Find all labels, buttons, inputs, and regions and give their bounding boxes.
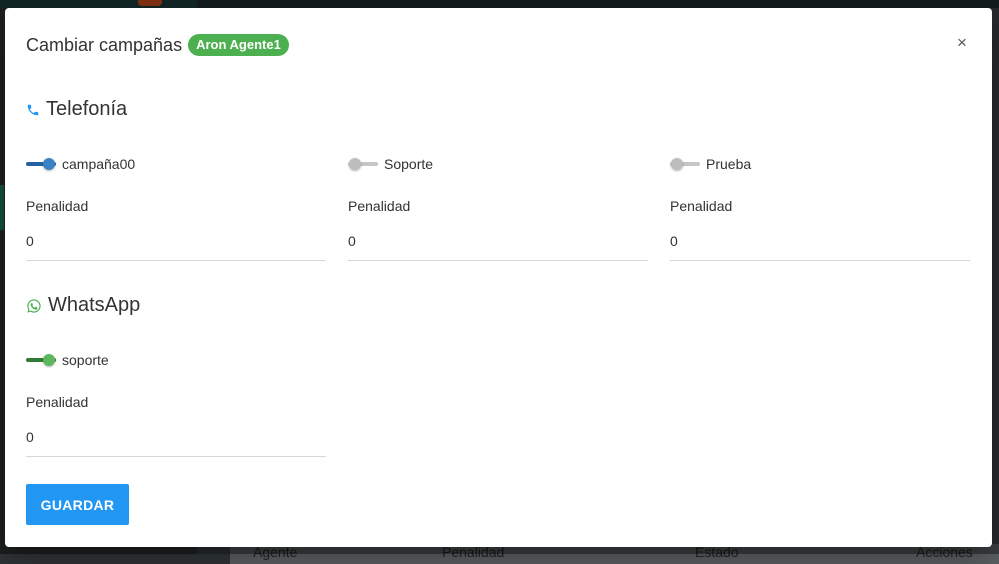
soporte-telefonia-penalty-input[interactable] <box>348 233 648 261</box>
prueba-penalty-input[interactable] <box>670 233 970 261</box>
campaign-toggle-row: Prueba <box>670 154 970 174</box>
phone-icon <box>26 102 40 118</box>
agent-badge: Aron Agente1 <box>188 34 289 56</box>
campaign-toggle-row: soporte <box>26 350 326 370</box>
penalty-label: Penalidad <box>26 198 89 214</box>
dialog-header: Cambiar campañas Aron Agente1 <box>26 34 289 56</box>
campaign-soporte-whatsapp: soporte Penalidad <box>26 350 326 457</box>
campana00-penalty-input[interactable] <box>26 233 326 261</box>
change-campaigns-dialog: Cambiar campañas Aron Agente1 × Telefoní… <box>5 8 992 547</box>
penalty-label: Penalidad <box>26 394 89 410</box>
campaign-name: Soporte <box>384 156 434 172</box>
campaign-name: Prueba <box>706 156 752 172</box>
campaign-toggle-row: Soporte <box>348 154 648 174</box>
telefonia-section-title: Telefonía <box>26 98 127 121</box>
campana00-toggle[interactable] <box>26 157 56 171</box>
save-button[interactable]: GUARDAR <box>26 484 129 525</box>
penalty-label: Penalidad <box>670 198 733 214</box>
prueba-toggle[interactable] <box>670 157 700 171</box>
whatsapp-section-title: WhatsApp <box>26 294 140 317</box>
whatsapp-icon <box>26 298 42 314</box>
penalty-label: Penalidad <box>348 198 411 214</box>
campaign-soporte-telefonia: Soporte Penalidad <box>348 154 648 261</box>
campaign-prueba: Prueba Penalidad <box>670 154 970 261</box>
telefonia-title: Telefonía <box>46 98 128 120</box>
campaign-name: campaña00 <box>62 156 136 172</box>
soporte-whatsapp-penalty-input[interactable] <box>26 429 326 457</box>
whatsapp-title: WhatsApp <box>48 294 141 316</box>
campaign-toggle-row: campaña00 <box>26 154 326 174</box>
campaign-name: soporte <box>62 352 109 368</box>
campaign-campana00: campaña00 Penalidad <box>26 154 326 261</box>
soporte-whatsapp-toggle[interactable] <box>26 353 56 367</box>
dialog-title: Cambiar campañas <box>26 34 183 55</box>
soporte-telefonia-toggle[interactable] <box>348 157 378 171</box>
close-button[interactable]: × <box>954 34 970 52</box>
